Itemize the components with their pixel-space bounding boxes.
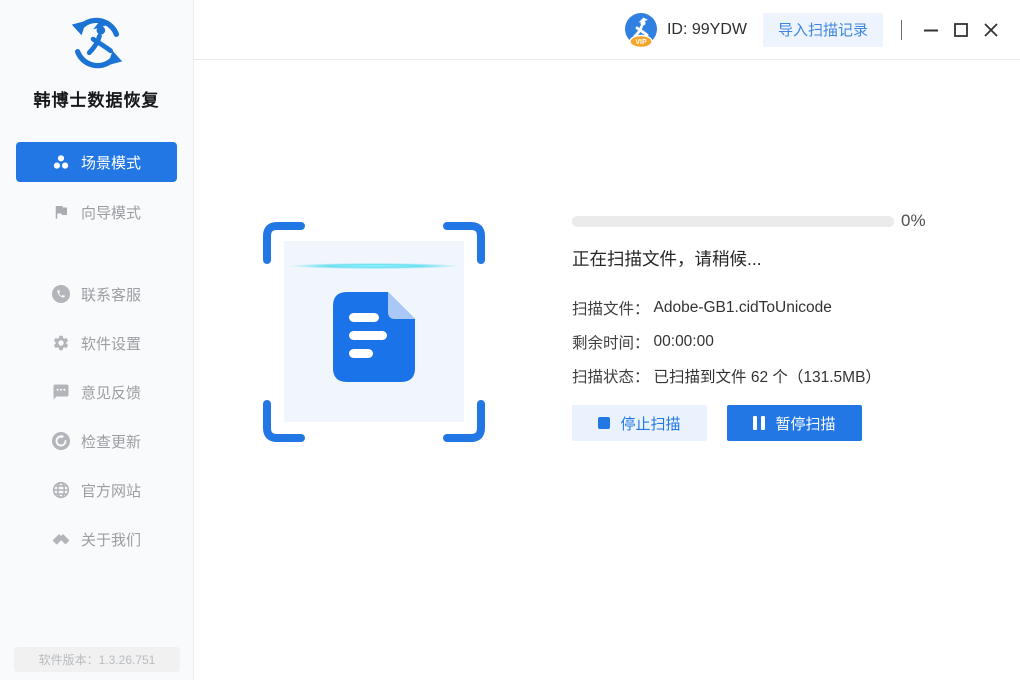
app-window: 韩博士数据恢复 场景模式 向导模式 xyxy=(0,0,1020,680)
scan-file-label: 扫描文件： xyxy=(572,297,650,319)
scan-detail-time: 剩余时间： 00:00:00 xyxy=(572,325,881,359)
maximize-icon xyxy=(952,21,970,39)
pause-scan-label: 暂停扫描 xyxy=(775,413,835,434)
phone-icon xyxy=(52,285,70,303)
scan-time-label: 剩余时间： xyxy=(572,331,650,353)
scan-page: 0% 正在扫描文件，请稍候... 扫描文件： Adobe-GB1.cidToUn… xyxy=(194,60,1020,680)
sidebar-item-label: 软件设置 xyxy=(81,333,141,354)
sidebar-item-check-update[interactable]: 检查更新 xyxy=(16,421,177,461)
stop-icon xyxy=(598,417,610,429)
scene-mode-icon xyxy=(52,153,70,171)
sidebar-item-contact-support[interactable]: 联系客服 xyxy=(16,274,177,314)
sidebar-item-official-website[interactable]: 官方网站 xyxy=(16,470,177,510)
wizard-flag-icon xyxy=(52,203,70,221)
sidebar-item-label: 检查更新 xyxy=(81,431,141,452)
sidebar-item-label: 关于我们 xyxy=(81,529,141,550)
scan-progress-label: 0% xyxy=(901,211,926,231)
scan-time-value: 00:00:00 xyxy=(654,333,714,351)
handshake-icon xyxy=(52,530,70,548)
scan-detail-state: 扫描状态： 已扫描到文件 62 个（131.5MB） xyxy=(572,359,881,393)
gear-icon xyxy=(52,334,70,352)
nav-secondary: 联系客服 软件设置 意 xyxy=(0,274,193,568)
scan-progress: 0% xyxy=(572,211,926,231)
app-title: 韩博士数据恢复 xyxy=(34,86,160,111)
sidebar-item-scene-mode[interactable]: 场景模式 xyxy=(16,142,177,182)
sidebar-item-label: 向导模式 xyxy=(81,202,141,223)
globe-icon xyxy=(52,481,70,499)
scan-viewfinder xyxy=(263,222,485,442)
sidebar-item-wizard-mode[interactable]: 向导模式 xyxy=(16,192,177,232)
maximize-button[interactable] xyxy=(948,17,974,43)
sidebar-item-label: 联系客服 xyxy=(81,284,141,305)
update-icon xyxy=(52,432,70,450)
scan-actions: 停止扫描 暂停扫描 xyxy=(572,405,862,441)
stop-scan-button[interactable]: 停止扫描 xyxy=(572,405,707,441)
sidebar-item-settings[interactable]: 软件设置 xyxy=(16,323,177,363)
pause-scan-button[interactable]: 暂停扫描 xyxy=(727,405,862,441)
avatar-vip-icon[interactable]: VIP xyxy=(623,12,659,48)
stop-scan-label: 停止扫描 xyxy=(620,413,680,434)
feedback-icon xyxy=(52,383,70,401)
svg-text:VIP: VIP xyxy=(635,39,647,46)
app-logo xyxy=(66,12,128,74)
scan-state-value: 已扫描到文件 62 个（131.5MB） xyxy=(654,365,881,387)
minimize-button[interactable] xyxy=(918,17,944,43)
sidebar-item-about-us[interactable]: 关于我们 xyxy=(16,519,177,559)
minimize-icon xyxy=(922,21,940,39)
scan-details: 扫描文件： Adobe-GB1.cidToUnicode 剩余时间： 00:00… xyxy=(572,291,881,393)
sidebar-item-label: 场景模式 xyxy=(81,152,141,173)
close-button[interactable] xyxy=(978,17,1004,43)
sidebar-item-label: 意见反馈 xyxy=(81,382,141,403)
import-scan-records-button[interactable]: 导入扫描记录 xyxy=(763,13,883,47)
titlebar-separator xyxy=(901,20,902,40)
scan-status-title: 正在扫描文件，请稍候... xyxy=(572,246,762,271)
scan-state-label: 扫描状态： xyxy=(572,365,650,387)
sidebar-item-label: 官方网站 xyxy=(81,480,141,501)
nav-primary: 场景模式 向导模式 xyxy=(0,142,193,242)
scan-detail-file: 扫描文件： Adobe-GB1.cidToUnicode xyxy=(572,291,881,325)
document-icon xyxy=(333,292,415,382)
sidebar: 韩博士数据恢复 场景模式 向导模式 xyxy=(0,0,194,680)
close-icon xyxy=(982,21,1000,39)
scan-file-value: Adobe-GB1.cidToUnicode xyxy=(654,299,832,317)
user-id: ID: 99YDW xyxy=(667,21,747,39)
sidebar-item-feedback[interactable]: 意见反馈 xyxy=(16,372,177,412)
scan-line xyxy=(259,262,489,270)
pause-icon xyxy=(753,416,765,430)
main-area: VIP ID: 99YDW 导入扫描记录 xyxy=(194,0,1020,680)
version-badge: 软件版本：1.3.26.751 xyxy=(14,647,180,672)
scan-progress-bar xyxy=(572,216,894,227)
titlebar: VIP ID: 99YDW 导入扫描记录 xyxy=(194,0,1020,60)
